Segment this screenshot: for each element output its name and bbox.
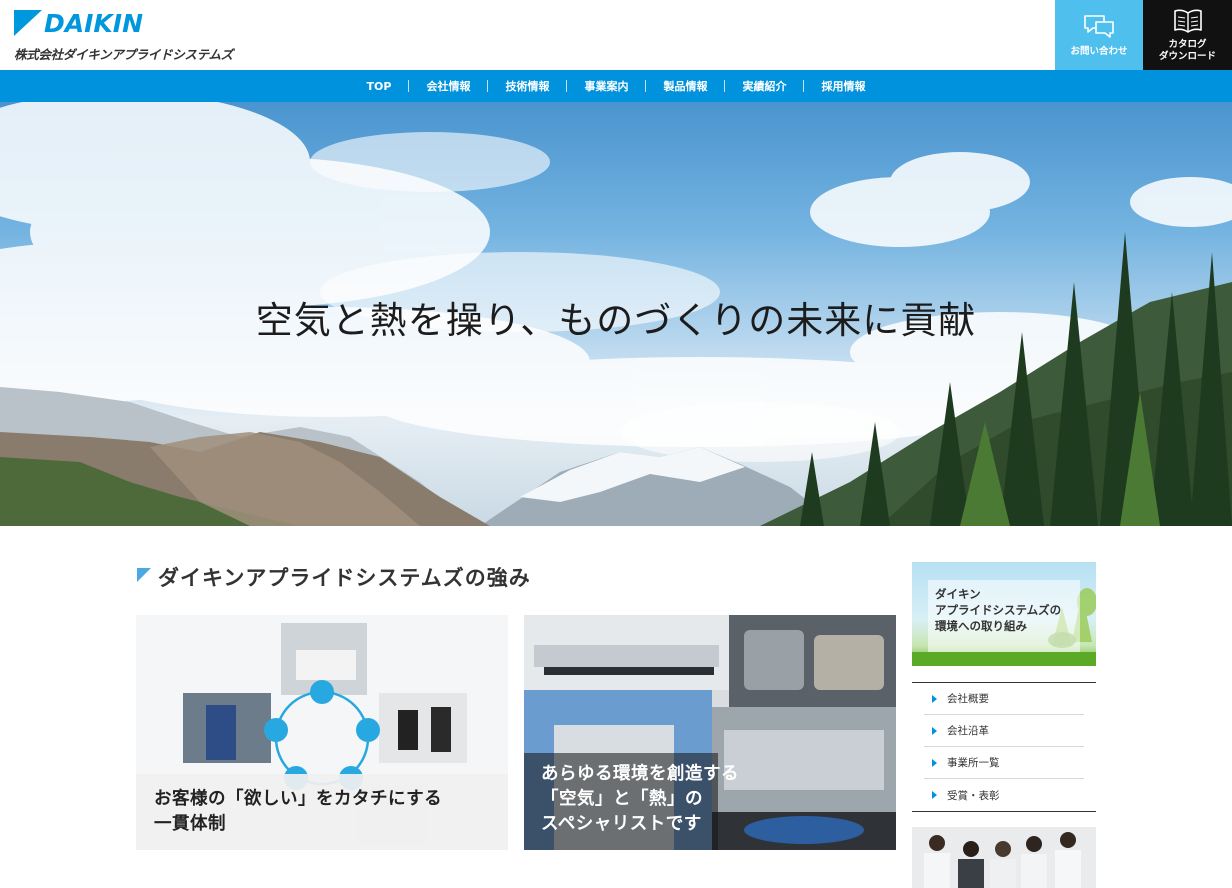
nav-item-works[interactable]: 実績紹介	[725, 70, 803, 102]
site-header: DAIKIN 株式会社ダイキンアプライドシステムズ お問い合わせ カタログ ダウ…	[0, 0, 1232, 70]
sidebar-item-history[interactable]: 会社沿革	[924, 715, 1084, 747]
eco-banner-text: ダイキン アプライドシステムズの 環境への取り組み	[928, 580, 1080, 652]
eco-line: ダイキン	[935, 587, 981, 601]
section-title: ダイキンアプライドシステムズの強み	[137, 562, 531, 592]
nav-item-products[interactable]: 製品情報	[646, 70, 724, 102]
nav-item-business[interactable]: 事業案内	[567, 70, 645, 102]
global-nav: TOP 会社情報 技術情報 事業案内 製品情報 実績紹介 採用情報	[0, 70, 1232, 102]
triangle-right-icon	[932, 726, 937, 735]
caption-line: お客様の「欲しい」をカタチにする	[154, 789, 443, 809]
section-title-text: ダイキンアプライドシステムズの強み	[158, 566, 531, 590]
catalog-label-line1: カタログ	[1168, 38, 1207, 50]
sidebar-item-label: 事業所一覧	[947, 757, 1000, 769]
chat-bubbles-icon	[1084, 14, 1114, 38]
nav-item-company[interactable]: 会社情報	[409, 70, 487, 102]
hero-banner: 空気と熱を操り、ものづくりの未来に貢献	[0, 102, 1232, 526]
daikin-logo[interactable]: DAIKIN 株式会社ダイキンアプライドシステムズ	[14, 9, 274, 62]
triangle-right-icon	[932, 791, 937, 799]
sidebar-item-label: 会社概要	[947, 693, 989, 705]
triangle-right-icon	[932, 694, 937, 703]
company-name: 株式会社ダイキンアプライドシステムズ	[14, 47, 233, 62]
contact-label: お問い合わせ	[1070, 45, 1128, 57]
strength-card-integrated-system[interactable]: お客様の「欲しい」をカタチにする 一貫体制	[136, 615, 508, 850]
sidebar-menu: 会社概要 会社沿革 事業所一覧 受賞・表彰	[912, 682, 1096, 812]
card-caption: あらゆる環境を創造する 「空気」と「熱」の スペシャリストです	[541, 762, 739, 837]
title-triangle-icon	[137, 568, 151, 582]
caption-line: あらゆる環境を創造する	[541, 764, 739, 784]
hero-copy: 空気と熱を操り、ものづくりの未来に貢献	[255, 299, 977, 342]
logo-wordmark: DAIKIN	[44, 9, 143, 38]
nav-item-recruit[interactable]: 採用情報	[804, 70, 882, 102]
caption-line: スペシャリストです	[541, 814, 702, 834]
eco-line: 環境への取り組み	[935, 619, 1027, 633]
nav-item-technology[interactable]: 技術情報	[488, 70, 566, 102]
daikin-triangle-mark-icon	[14, 10, 42, 36]
contact-button[interactable]: お問い合わせ	[1055, 0, 1143, 70]
sidebar-item-offices[interactable]: 事業所一覧	[924, 747, 1084, 779]
environment-initiatives-banner[interactable]: ダイキン アプライドシステムズの 環境への取り組み	[912, 562, 1096, 666]
sidebar-item-label: 会社沿革	[947, 725, 989, 737]
caption-line: 「空気」と「熱」の	[541, 789, 703, 809]
sidebar-item-label: 受賞・表彰	[947, 789, 1000, 802]
staff-people-image	[912, 827, 1096, 888]
catalog-label-line2: ダウンロード	[1158, 50, 1216, 62]
staff-group-photo[interactable]	[912, 827, 1096, 888]
sidebar-item-awards[interactable]: 受賞・表彰	[924, 779, 1084, 811]
nav-item-top[interactable]: TOP	[350, 70, 409, 102]
book-icon	[1173, 9, 1202, 33]
triangle-right-icon	[932, 758, 937, 767]
caption-line: 一貫体制	[154, 814, 226, 834]
strength-card-air-heat-specialist[interactable]: あらゆる環境を創造する 「空気」と「熱」の スペシャリストです	[524, 615, 896, 850]
sidebar-item-overview[interactable]: 会社概要	[924, 683, 1084, 715]
card-caption: お客様の「欲しい」をカタチにする 一貫体制	[154, 787, 442, 837]
catalog-download-button[interactable]: カタログ ダウンロード	[1143, 0, 1232, 70]
eco-line: アプライドシステムズの	[935, 603, 1062, 617]
